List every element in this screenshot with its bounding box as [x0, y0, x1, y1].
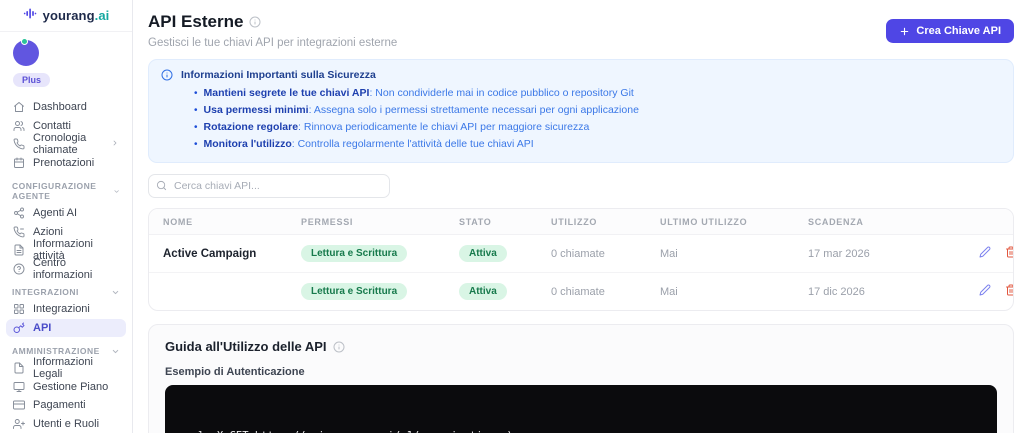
- info-icon: [161, 69, 173, 81]
- delete-button[interactable]: [1005, 246, 1013, 258]
- trash-icon: [1006, 284, 1013, 296]
- app-window: yourang.ai Plus Dashboard Contatti Crono…: [0, 0, 1024, 433]
- create-api-key-button[interactable]: Crea Chiave API: [886, 19, 1014, 43]
- pencil-icon: [979, 284, 991, 296]
- brand-logo[interactable]: yourang.ai: [0, 0, 132, 32]
- sidebar: yourang.ai Plus Dashboard Contatti Crono…: [0, 0, 133, 433]
- plus-icon: [901, 27, 909, 35]
- col-scadenza: Scadenza: [808, 209, 968, 235]
- sidebar-item-cronologia-chiamate[interactable]: Cronologia chiamate: [6, 132, 126, 156]
- table-row: Lettura e Scrittura Attiva 0 chiamate Ma…: [149, 272, 1013, 310]
- main-content: API Esterne Gestisci le tue chiavi API p…: [133, 0, 1024, 433]
- permission-badge: Lettura e Scrittura: [301, 283, 408, 300]
- sidebar-item-gestione-piano[interactable]: Gestione Piano: [6, 378, 126, 397]
- phone-icon: [13, 138, 25, 150]
- sidebar-nav: Dashboard Contatti Cronologia chiamate P…: [0, 96, 132, 433]
- document-icon: [14, 244, 24, 256]
- help-circle-icon: [13, 263, 25, 275]
- col-stato: Stato: [459, 209, 551, 235]
- notice-item: Usa permessi minimi: Assegna solo i perm…: [194, 102, 999, 119]
- page-header: API Esterne Gestisci le tue chiavi API p…: [148, 12, 1014, 49]
- col-utilizzo: Utilizzo: [551, 209, 660, 235]
- sidebar-item-utenti-e-ruoli[interactable]: Utenti e Ruoli: [6, 415, 126, 433]
- permission-badge: Lettura e Scrittura: [301, 245, 408, 262]
- delete-button[interactable]: [1005, 284, 1013, 296]
- guide-help-icon[interactable]: [333, 341, 345, 353]
- key-icon: [13, 322, 25, 333]
- home-icon: [14, 102, 24, 113]
- page-title: API Esterne: [148, 12, 397, 32]
- table-header-row: Nome Permessi Stato Utilizzo Ultimo Util…: [149, 209, 1013, 235]
- pencil-icon: [979, 246, 991, 258]
- search-input[interactable]: [148, 174, 390, 198]
- grid-icon: [14, 304, 24, 315]
- curl-code-block: curl -X GET https://api.yourang.ai/v1/or…: [165, 385, 997, 433]
- last-used-cell: Mai: [660, 247, 678, 260]
- sidebar-item-informazioni-legali[interactable]: Informazioni Legali: [6, 356, 126, 380]
- brand-name: yourang.ai: [42, 8, 110, 23]
- online-status-dot: [21, 38, 28, 45]
- security-notice: Informazioni Importanti sulla Sicurezza …: [148, 59, 1014, 163]
- credit-card-icon: [13, 400, 25, 410]
- sidebar-item-agenti-ai[interactable]: Agenti AI: [6, 204, 126, 223]
- notice-item: Monitora l'utilizzo: Controlla regolarme…: [194, 136, 999, 153]
- sidebar-item-api[interactable]: API: [6, 318, 126, 337]
- waveform-logo-icon: [23, 6, 38, 26]
- chevron-right-icon: [111, 138, 119, 150]
- trash-icon: [1006, 246, 1013, 258]
- last-used-cell: Mai: [660, 272, 808, 310]
- search-box: [148, 174, 390, 198]
- contacts-icon: [13, 120, 25, 131]
- chevron-down-icon: [112, 290, 119, 294]
- user-plus-icon: [13, 418, 25, 429]
- api-key-name: Active Campaign: [163, 247, 257, 260]
- auth-example-label: Esempio di Autenticazione: [165, 366, 305, 378]
- network-icon: [14, 207, 24, 219]
- col-ultimo-utilizzo: Ultimo Utilizzo: [660, 209, 808, 235]
- section-header-configurazione-agente[interactable]: Configurazione Agente: [0, 172, 132, 204]
- avatar[interactable]: [13, 38, 39, 66]
- page-subtitle: Gestisci le tue chiavi API per integrazi…: [148, 37, 398, 49]
- api-keys-table: Nome Permessi Stato Utilizzo Ultimo Util…: [148, 208, 1014, 311]
- notice-item: Rotazione regolare: Rinnova periodicamen…: [194, 119, 999, 136]
- plan-badge: Plus: [13, 73, 51, 87]
- edit-button[interactable]: [979, 246, 991, 258]
- monitor-icon: [13, 381, 25, 392]
- usage-cell: 0 chiamate: [551, 272, 660, 310]
- api-key-name: [149, 272, 301, 310]
- phone-action-icon: [13, 226, 25, 238]
- file-icon: [14, 362, 24, 374]
- sidebar-item-prenotazioni[interactable]: Prenotazioni: [6, 154, 126, 173]
- chevron-down-icon: [112, 349, 119, 353]
- sidebar-item-dashboard[interactable]: Dashboard: [6, 98, 126, 117]
- notice-title: Informazioni Importanti sulla Sicurezza: [181, 69, 376, 81]
- calendar-icon: [14, 157, 24, 168]
- table-row: Active Campaign Lettura e Scrittura Atti…: [149, 235, 1013, 273]
- chevron-down-icon: [114, 189, 119, 193]
- usage-cell: 0 chiamate: [551, 247, 605, 260]
- api-usage-guide: Guida all'Utilizzo delle API Esempio di …: [148, 324, 1014, 433]
- sidebar-item-pagamenti[interactable]: Pagamenti: [6, 396, 126, 415]
- profile-section: Plus: [0, 32, 132, 96]
- page-title-help-icon[interactable]: [249, 16, 261, 28]
- sidebar-item-centro-informazioni[interactable]: Centro informazioni: [6, 257, 126, 281]
- edit-button[interactable]: [979, 284, 991, 296]
- status-badge: Attiva: [459, 283, 507, 300]
- search-icon: [156, 180, 167, 191]
- col-nome: Nome: [149, 209, 301, 235]
- section-header-integrazioni[interactable]: Integrazioni: [0, 278, 132, 300]
- col-permessi: Permessi: [301, 209, 459, 235]
- expiry-cell: 17 mar 2026: [808, 247, 870, 260]
- guide-title: Guida all'Utilizzo delle API: [165, 339, 997, 354]
- notice-item: Mantieni segrete le tue chiavi API: Non …: [194, 85, 999, 102]
- status-badge: Attiva: [459, 245, 507, 262]
- sidebar-item-integrazioni[interactable]: Integrazioni: [6, 300, 126, 319]
- notice-list: Mantieni segrete le tue chiavi API: Non …: [161, 85, 999, 153]
- expiry-cell: 17 dic 2026: [808, 272, 968, 310]
